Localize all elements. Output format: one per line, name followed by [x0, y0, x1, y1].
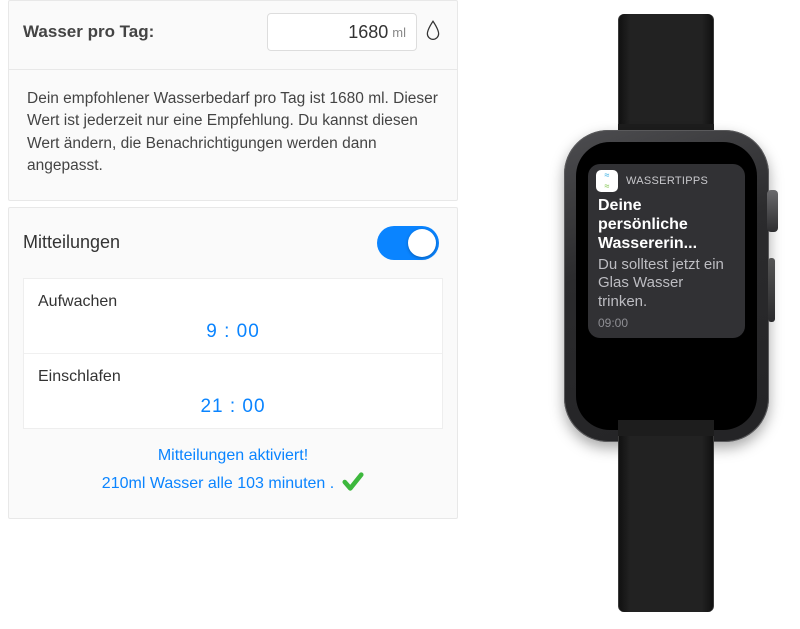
watch-notification[interactable]: ≈≈ WASSERTIPPS Deine persönliche Wassere… [588, 164, 745, 338]
watch-band-top [618, 14, 714, 136]
water-card: Wasser pro Tag: 1680 ml Dein empfohlener… [8, 0, 458, 201]
status-detail-row: 210ml Wasser alle 103 minuten . [23, 471, 443, 498]
toggle-knob [408, 229, 436, 257]
water-value: 1680 [348, 22, 388, 43]
watch-notif-time: 09:00 [598, 316, 735, 330]
water-advice-text: Dein empfohlener Wasserbedarf pro Tag is… [9, 70, 457, 200]
settings-panel: Wasser pro Tag: 1680 ml Dein empfohlener… [8, 0, 458, 519]
water-row: Wasser pro Tag: 1680 ml [9, 1, 457, 70]
status-detail: 210ml Wasser alle 103 minuten . [102, 475, 334, 493]
wake-row[interactable]: Aufwachen 9 : 00 [24, 279, 442, 353]
water-input[interactable]: 1680 ml [267, 13, 417, 51]
watch-notif-header: ≈≈ WASSERTIPPS [588, 164, 745, 196]
watch-case: ≈≈ WASSERTIPPS Deine persönliche Wassere… [564, 130, 769, 442]
notifications-title: Mitteilungen [23, 232, 120, 253]
check-icon [342, 471, 364, 498]
watch-screen: ≈≈ WASSERTIPPS Deine persönliche Wassere… [576, 142, 757, 430]
watch-notif-message: Du solltest jetzt ein Glas Wasser trinke… [598, 256, 735, 312]
watch-notif-title: Deine persönliche Wassererin... [598, 196, 735, 254]
time-block: Aufwachen 9 : 00 Einschlafen 21 : 00 [23, 278, 443, 429]
wake-label: Aufwachen [38, 293, 428, 311]
sleep-row[interactable]: Einschlafen 21 : 00 [24, 353, 442, 428]
notifications-header: Mitteilungen [9, 208, 457, 278]
apple-watch: ≈≈ WASSERTIPPS Deine persönliche Wassere… [540, 14, 790, 614]
app-name-label: WASSERTIPPS [626, 175, 708, 187]
watch-crown [767, 190, 778, 232]
water-per-day-label: Wasser pro Tag: [23, 22, 154, 42]
water-unit: ml [392, 25, 406, 40]
wake-time: 9 : 00 [206, 321, 260, 343]
drop-icon [425, 20, 441, 45]
app-icon: ≈≈ [596, 170, 618, 192]
watch-side-button [768, 258, 775, 322]
sleep-label: Einschlafen [38, 368, 428, 386]
notifications-status: Mitteilungen aktiviert! 210ml Wasser all… [9, 437, 457, 518]
notifications-card: Mitteilungen Aufwachen 9 : 00 Einschlafe… [8, 207, 458, 519]
water-input-wrap: 1680 ml [267, 13, 441, 51]
sleep-time: 21 : 00 [200, 396, 265, 418]
notifications-toggle[interactable] [377, 226, 439, 260]
status-activated: Mitteilungen aktiviert! [23, 447, 443, 465]
watch-notif-body: Deine persönliche Wassererin... Du sollt… [588, 196, 745, 338]
watch-band-bottom [618, 436, 714, 612]
